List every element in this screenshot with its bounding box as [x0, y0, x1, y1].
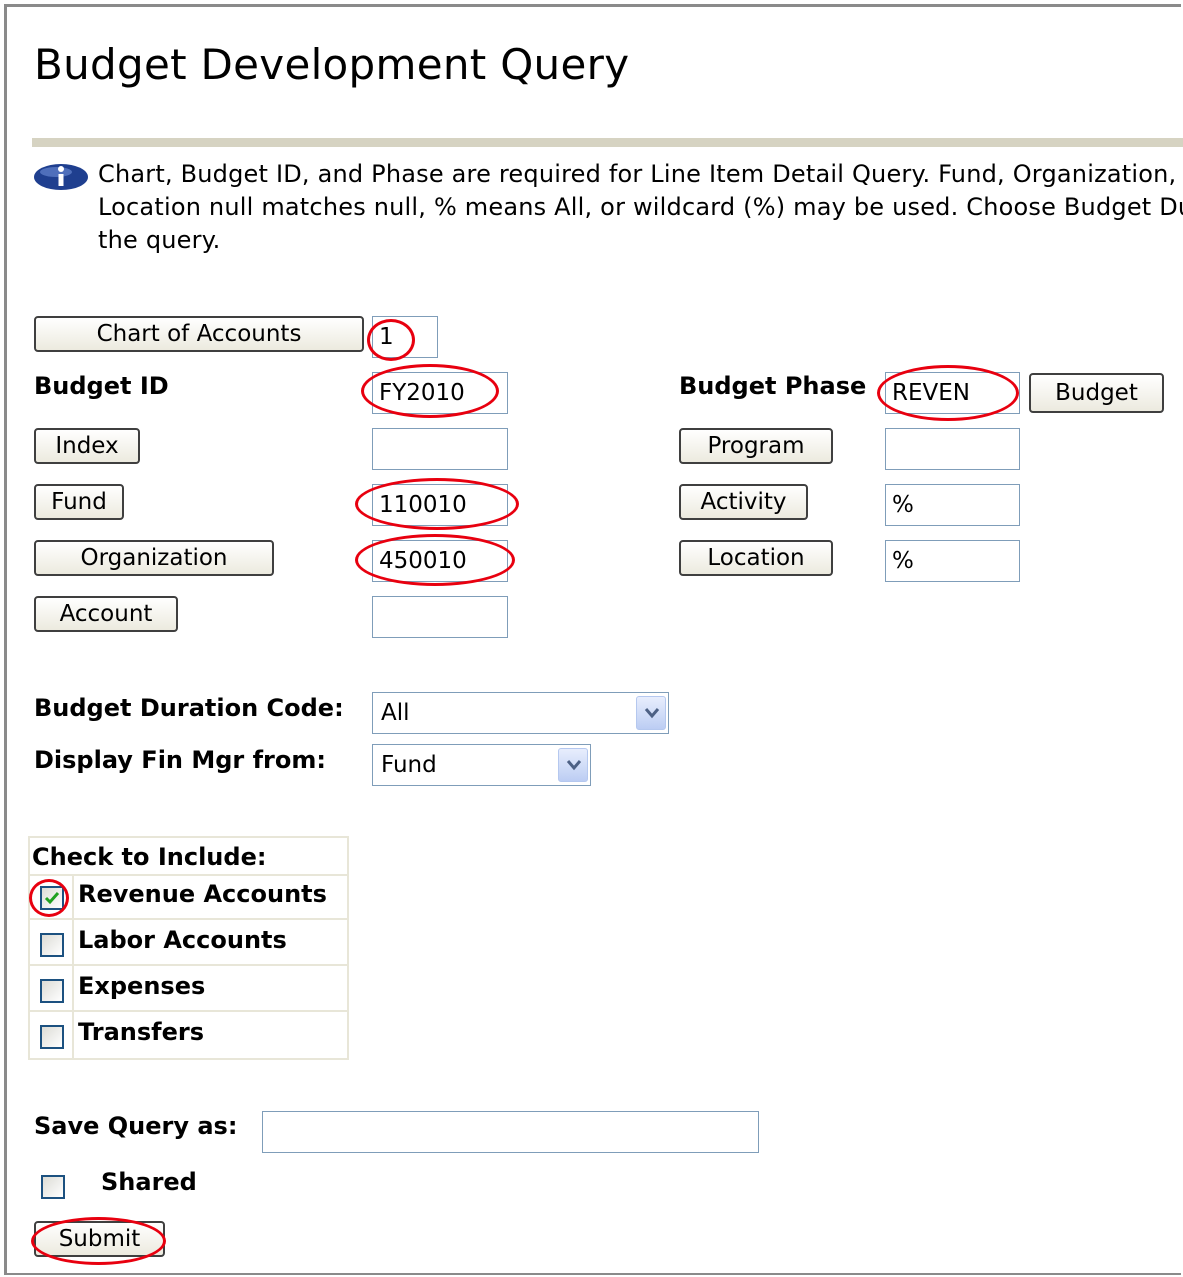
- chevron-down-icon[interactable]: [636, 696, 666, 730]
- budget-button[interactable]: Budget: [1029, 373, 1164, 413]
- duration-label: Budget Duration Code:: [34, 694, 344, 722]
- finmgr-label: Display Fin Mgr from:: [34, 746, 326, 774]
- organization-button[interactable]: Organization: [34, 540, 274, 576]
- expenses-label: Expenses: [78, 972, 206, 1000]
- activity-button[interactable]: Activity: [679, 484, 808, 520]
- index-button[interactable]: Index: [34, 428, 140, 464]
- budget-id-label: Budget ID: [34, 372, 169, 400]
- page-title: Budget Development Query: [34, 40, 630, 89]
- expenses-checkbox[interactable]: [40, 979, 64, 1003]
- include-header: Check to Include:: [32, 843, 267, 871]
- info-text: Chart, Budget ID, and Phase are required…: [98, 160, 1183, 254]
- transfers-checkbox[interactable]: [40, 1025, 64, 1049]
- account-field[interactable]: [372, 596, 508, 638]
- program-field[interactable]: [885, 428, 1020, 470]
- budget-id-field[interactable]: FY2010: [372, 372, 508, 414]
- title-divider: [32, 138, 1183, 147]
- duration-selected-value: All: [381, 700, 410, 726]
- info-icon: [34, 162, 94, 192]
- submit-button[interactable]: Submit: [34, 1221, 165, 1257]
- organization-field[interactable]: 450010: [372, 540, 508, 582]
- finmgr-select[interactable]: Fund: [372, 744, 591, 786]
- shared-label: Shared: [101, 1168, 197, 1196]
- budget-phase-label: Budget Phase: [679, 372, 867, 400]
- duration-select[interactable]: All: [372, 692, 669, 734]
- chevron-down-icon[interactable]: [558, 748, 588, 782]
- chart-of-accounts-button[interactable]: Chart of Accounts: [34, 316, 364, 352]
- fund-field[interactable]: 110010: [372, 484, 508, 526]
- account-button[interactable]: Account: [34, 596, 178, 632]
- activity-field[interactable]: %: [885, 484, 1020, 526]
- save-query-label: Save Query as:: [34, 1112, 238, 1140]
- index-field[interactable]: [372, 428, 508, 470]
- location-button[interactable]: Location: [679, 540, 833, 576]
- table-divider: [28, 1010, 349, 1012]
- program-button[interactable]: Program: [679, 428, 833, 464]
- labor-accounts-checkbox[interactable]: [40, 933, 64, 957]
- revenue-accounts-label: Revenue Accounts: [78, 880, 327, 908]
- transfers-label: Transfers: [78, 1018, 204, 1046]
- table-divider: [28, 874, 349, 876]
- table-divider: [28, 918, 349, 920]
- chart-field[interactable]: 1: [372, 316, 438, 358]
- fund-button[interactable]: Fund: [34, 484, 124, 520]
- shared-checkbox[interactable]: [41, 1175, 65, 1199]
- location-field[interactable]: %: [885, 540, 1020, 582]
- save-query-field[interactable]: [262, 1111, 759, 1153]
- finmgr-selected-value: Fund: [381, 752, 437, 778]
- labor-accounts-label: Labor Accounts: [78, 926, 287, 954]
- table-divider: [28, 964, 349, 966]
- budget-phase-field[interactable]: REVEN: [885, 372, 1020, 414]
- table-divider: [72, 874, 74, 1060]
- revenue-accounts-checkbox[interactable]: [40, 886, 64, 910]
